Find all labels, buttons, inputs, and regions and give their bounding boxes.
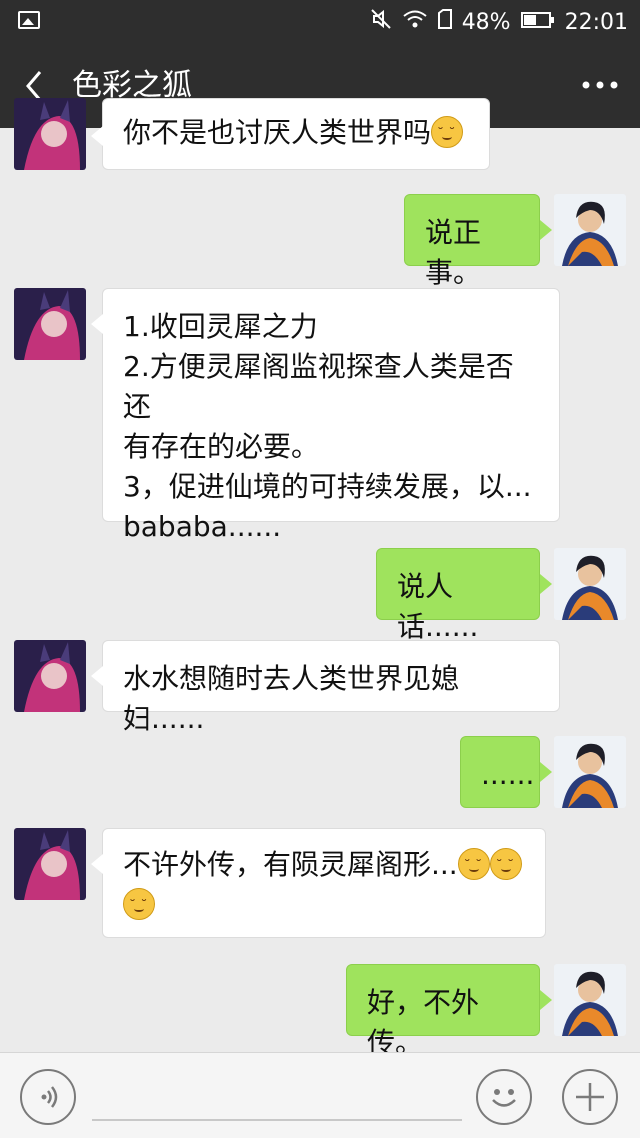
message-bubble[interactable]: 说正事。 bbox=[404, 194, 540, 289]
avatar-other[interactable] bbox=[14, 640, 86, 712]
smirk-emoji-icon bbox=[123, 886, 155, 926]
smirk-emoji-icon bbox=[457, 846, 490, 886]
battery-icon bbox=[520, 10, 555, 35]
message-bubble[interactable]: 说人话...... bbox=[376, 548, 540, 643]
wifi-icon bbox=[402, 9, 428, 35]
message-text: 你不是也讨厌人类世界吗 bbox=[123, 116, 432, 149]
bubble-tail bbox=[540, 990, 552, 1010]
more-dots-icon[interactable] bbox=[580, 70, 620, 100]
bubble-tail bbox=[91, 314, 103, 334]
message-bubble[interactable]: ...... bbox=[460, 736, 540, 808]
bubble-tail bbox=[91, 666, 103, 686]
smirk-emoji-icon bbox=[489, 846, 522, 886]
avatar-self[interactable] bbox=[554, 194, 626, 266]
sim-icon bbox=[437, 9, 452, 35]
bubble-tail bbox=[540, 220, 552, 240]
message-bubble[interactable]: 1.收回灵犀之力 2.方便灵犀阁监视探查人类是否还 有存在的必要。 3，促进仙境… bbox=[102, 288, 560, 543]
avatar-self[interactable] bbox=[554, 548, 626, 620]
avatar-self[interactable] bbox=[554, 964, 626, 1036]
message-text: 说人话...... bbox=[397, 570, 479, 643]
input-bar bbox=[0, 1052, 640, 1138]
plus-icon[interactable] bbox=[562, 1069, 618, 1125]
message-text: 说正事。 bbox=[425, 216, 482, 289]
message-text: 水水想随时去人类世界见媳妇...... bbox=[123, 662, 460, 735]
message-bubble[interactable]: 好，不外传。 bbox=[346, 964, 540, 1059]
message-text: 不许外传，有陨灵犀阁形... bbox=[123, 848, 458, 881]
message-text: ...... bbox=[481, 758, 535, 791]
image-notification-icon bbox=[18, 11, 40, 29]
message-text: 好，不外传。 bbox=[367, 986, 480, 1059]
message-bubble[interactable]: 不许外传，有陨灵犀阁形... bbox=[102, 828, 546, 938]
avatar-other[interactable] bbox=[14, 98, 86, 170]
bubble-tail bbox=[91, 854, 103, 874]
status-time: 22:01 bbox=[564, 9, 628, 35]
avatar-other[interactable] bbox=[14, 288, 86, 360]
chat-screen: 48% 22:01 色彩之狐 你不是也讨厌人类世界吗 说正事。 bbox=[0, 0, 640, 1138]
message-bubble[interactable]: 你不是也讨厌人类世界吗 bbox=[102, 98, 490, 170]
bubble-tail bbox=[91, 126, 103, 146]
avatar-self[interactable] bbox=[554, 736, 626, 808]
battery-percent: 48% bbox=[461, 9, 511, 35]
message-line: 3，促进仙境的可持续发展，以... bbox=[123, 470, 532, 503]
bubble-tail bbox=[540, 762, 552, 782]
message-bubble[interactable]: 水水想随时去人类世界见媳妇...... bbox=[102, 640, 560, 735]
bubble-tail bbox=[540, 574, 552, 594]
message-line: 有存在的必要。 bbox=[123, 430, 320, 463]
sly-face-emoji-icon bbox=[431, 114, 464, 154]
message-line: 2.方便灵犀阁监视探查人类是否还 bbox=[123, 350, 514, 423]
status-bar: 48% 22:01 bbox=[0, 0, 640, 44]
voice-icon[interactable] bbox=[20, 1069, 76, 1125]
message-input[interactable] bbox=[92, 1119, 462, 1121]
avatar-other[interactable] bbox=[14, 828, 86, 900]
message-line: 1.收回灵犀之力 bbox=[123, 310, 318, 343]
emoji-face-icon[interactable] bbox=[476, 1069, 532, 1125]
message-line: bababa...... bbox=[123, 510, 282, 543]
mute-icon bbox=[370, 8, 392, 36]
